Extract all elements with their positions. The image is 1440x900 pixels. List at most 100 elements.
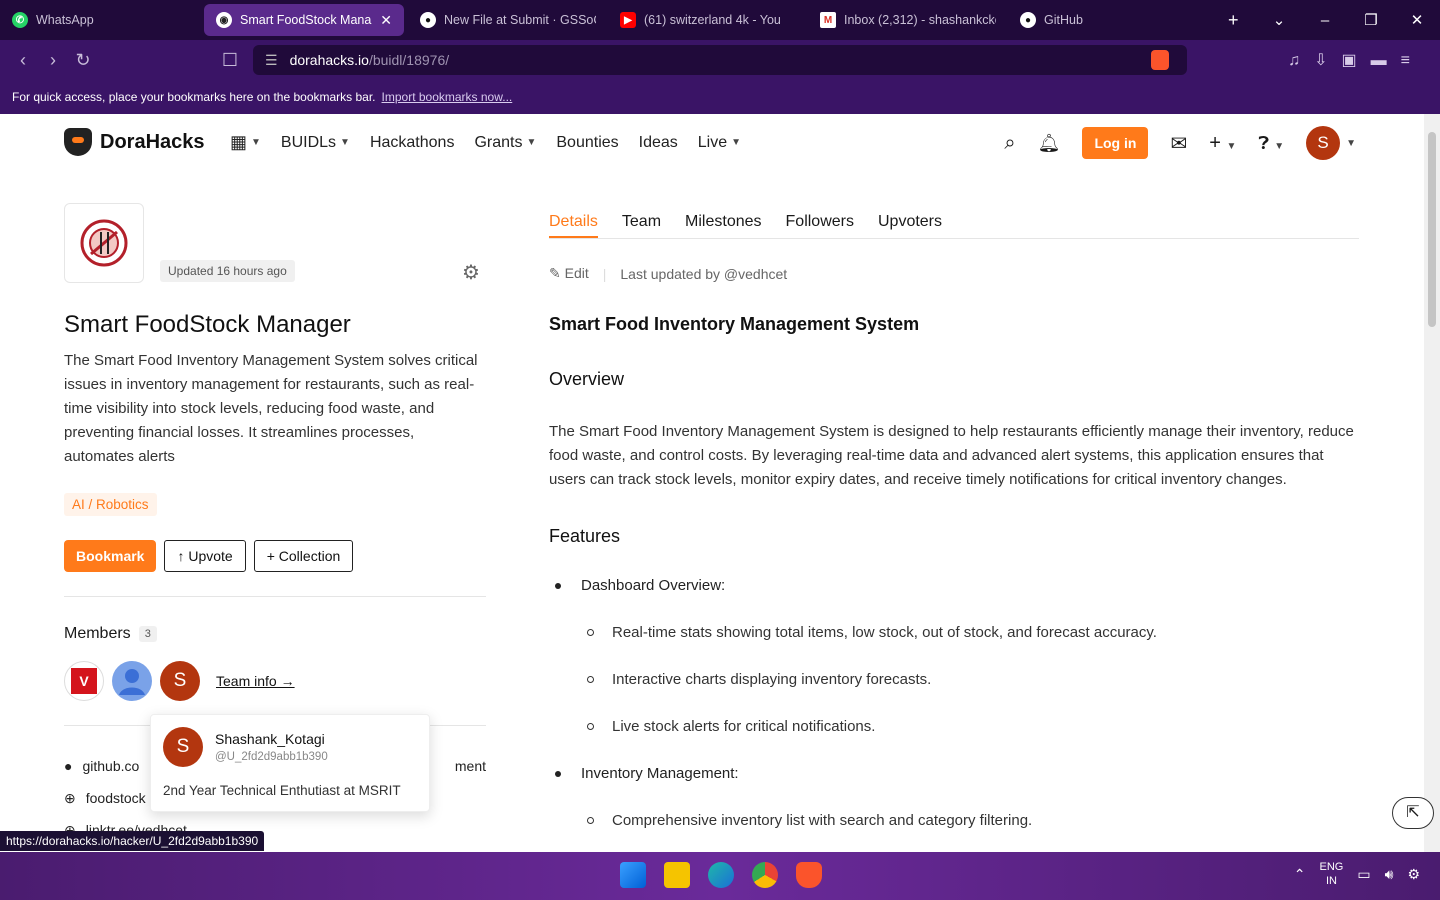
site-info-icon[interactable]: ☰ bbox=[265, 52, 278, 69]
browser-tab-active[interactable]: ◉ Smart FoodStock Mana ✕ bbox=[204, 4, 404, 36]
nav-ideas[interactable]: Ideas bbox=[639, 132, 678, 153]
separator: | bbox=[602, 265, 607, 282]
github-icon: ● bbox=[1020, 12, 1036, 28]
globe-icon: ⊕ bbox=[64, 789, 76, 806]
create-menu-icon[interactable]: + ▼ bbox=[1209, 132, 1236, 155]
address-bar-row: ‹ › ↻ ☐ ☰ dorahacks.io/buidl/18976/ ♫⇩▣▬… bbox=[0, 40, 1440, 80]
last-updated: Last updated by @vedhcet bbox=[620, 265, 788, 282]
volume-icon[interactable]: 🔊︎ bbox=[1385, 866, 1394, 883]
close-tab-icon[interactable]: ✕ bbox=[380, 12, 392, 29]
chevron-down-icon: ▼ bbox=[251, 137, 261, 148]
apps-menu[interactable]: ▦ ▼ bbox=[230, 132, 261, 153]
upvote-button[interactable]: ↑ Upvote bbox=[164, 540, 246, 572]
user-bio: 2nd Year Technical Enthutiast at MSRIT bbox=[163, 783, 401, 798]
browser-tab[interactable]: ● GitHub bbox=[1008, 4, 1208, 36]
tab-followers[interactable]: Followers bbox=[786, 203, 854, 238]
features-list: Dashboard Overview: Real-time stats show… bbox=[549, 577, 1359, 829]
chevron-down-icon: ▼ bbox=[526, 137, 537, 148]
nav-label: BUIDLs bbox=[280, 133, 337, 151]
list-item: Real-time stats showing total items, low… bbox=[549, 624, 1359, 641]
user-hover-card: S Shashank_Kotagi @U_2fd2d9abb1b390 2nd … bbox=[150, 714, 430, 812]
avatar[interactable]: S bbox=[160, 661, 200, 701]
feature-detail: Comprehensive inventory list with search… bbox=[612, 812, 1033, 829]
nav-label: Live bbox=[697, 133, 728, 151]
browser-tab[interactable]: M Inbox (2,312) - shashankcko bbox=[808, 4, 1008, 36]
avatar[interactable]: S bbox=[163, 727, 203, 767]
import-bookmarks-link[interactable]: Import bookmarks now... bbox=[382, 90, 513, 104]
team-info-link[interactable]: Team info → bbox=[216, 673, 295, 689]
header-actions: ⌕ 🔔︎ Log in ✉ + ▼ ❓︎ ▼ S ▼ bbox=[1004, 126, 1356, 160]
os-taskbar: ⌃ ENG IN ▭ 🔊︎ ⚙ bbox=[0, 852, 1440, 900]
tab-details[interactable]: Details bbox=[549, 203, 598, 238]
nav-live[interactable]: Live ▼ bbox=[698, 132, 741, 153]
forward-icon[interactable]: › bbox=[38, 50, 68, 71]
windows-start-icon[interactable] bbox=[620, 862, 646, 888]
browser-tab[interactable]: ✆ WhatsApp bbox=[0, 4, 200, 36]
avatar[interactable] bbox=[112, 661, 152, 701]
chevron-up-icon[interactable]: ⌃ bbox=[1294, 866, 1306, 883]
scrollbar-thumb[interactable] bbox=[1428, 132, 1436, 327]
pencil-icon: ✎ bbox=[549, 265, 561, 281]
overview-paragraph: The Smart Food Inventory Management Syst… bbox=[549, 423, 1354, 488]
tab-milestones[interactable]: Milestones bbox=[685, 203, 761, 238]
search-icon[interactable]: ⌕ bbox=[1004, 132, 1015, 155]
project-actions: Bookmark ↑ Upvote + Collection bbox=[64, 540, 486, 572]
nav-bounties[interactable]: Bounties bbox=[556, 132, 618, 153]
mail-icon[interactable]: ✉ bbox=[1170, 131, 1187, 156]
new-tab-icon[interactable]: + bbox=[1228, 10, 1239, 31]
system-tray: ⌃ ENG IN ▭ 🔊︎ ⚙ bbox=[1294, 860, 1420, 888]
brave-icon[interactable] bbox=[796, 862, 822, 888]
gear-icon[interactable]: ⚙ bbox=[462, 260, 480, 285]
bookmark-page-icon[interactable]: ☐ bbox=[215, 50, 245, 71]
notifications-icon[interactable]: ⚙ bbox=[1407, 866, 1420, 883]
back-icon[interactable]: ‹ bbox=[8, 50, 38, 71]
network-icon[interactable]: ▭ bbox=[1357, 866, 1370, 883]
edge-icon[interactable] bbox=[708, 862, 734, 888]
dorahacks-logo[interactable]: DoraHacks bbox=[64, 128, 205, 156]
chrome-icon[interactable] bbox=[752, 862, 778, 888]
nav-label: Hackathons bbox=[369, 133, 455, 151]
maximize-icon[interactable]: ❐ bbox=[1348, 11, 1394, 29]
browser-tab[interactable]: ● New File at Submit · GSSoC2 bbox=[408, 4, 608, 36]
edit-line: ✎ Edit | Last updated by @vedhcet bbox=[549, 265, 1359, 282]
tab-search-icon[interactable]: ⌄ bbox=[1256, 11, 1302, 29]
browser-toolbar-icons[interactable]: ♫⇩▣▬≡ bbox=[1288, 50, 1424, 70]
github-icon: ● bbox=[420, 12, 436, 28]
avatar[interactable]: V bbox=[64, 661, 104, 701]
reload-icon[interactable]: ↻ bbox=[68, 50, 98, 71]
url-path: /buidl/18976/ bbox=[368, 52, 450, 68]
page-scrollbar[interactable] bbox=[1424, 114, 1440, 852]
project-title: Smart FoodStock Manager bbox=[64, 311, 351, 338]
login-button[interactable]: Log in bbox=[1082, 127, 1149, 159]
edit-button[interactable]: ✎ Edit bbox=[549, 265, 589, 282]
help-icon[interactable]: ❓︎ ▼ bbox=[1258, 133, 1284, 154]
file-explorer-icon[interactable] bbox=[664, 862, 690, 888]
overview-heading: Overview bbox=[549, 369, 625, 389]
nav-buidls[interactable]: BUIDLs ▼ bbox=[281, 132, 350, 153]
user-name[interactable]: Shashank_Kotagi bbox=[215, 731, 325, 747]
category-tag[interactable]: AI / Robotics bbox=[64, 493, 157, 516]
browser-tab[interactable]: ▶ (61) switzerland 4k - You bbox=[608, 4, 808, 36]
nav-hackathons[interactable]: Hackathons bbox=[370, 132, 455, 153]
status-bar-url: https://dorahacks.io/hacker/U_2fd2d9abb1… bbox=[0, 831, 265, 851]
bookmark-button[interactable]: Bookmark bbox=[64, 540, 157, 572]
region-text: IN bbox=[1325, 875, 1337, 887]
language-indicator[interactable]: ENG IN bbox=[1320, 860, 1344, 888]
tab-team[interactable]: Team bbox=[622, 203, 661, 238]
tab-upvoters[interactable]: Upvoters bbox=[878, 203, 942, 238]
project-description: The Smart Food Inventory Management Syst… bbox=[64, 352, 478, 465]
close-window-icon[interactable]: ✕ bbox=[1394, 11, 1440, 29]
url-domain: dorahacks.io bbox=[289, 52, 369, 68]
tab-label: New File at Submit · GSSoC2 bbox=[444, 13, 596, 27]
brave-shields-icon[interactable] bbox=[1151, 50, 1169, 70]
url-field[interactable]: ☰ dorahacks.io/buidl/18976/ bbox=[253, 45, 1187, 75]
tab-label: WhatsApp bbox=[36, 13, 94, 27]
minimize-icon[interactable]: – bbox=[1302, 12, 1348, 29]
user-menu[interactable]: S ▼ bbox=[1306, 126, 1356, 160]
nav-grants[interactable]: Grants ▼ bbox=[474, 132, 536, 153]
add-collection-button[interactable]: + Collection bbox=[253, 540, 354, 572]
share-button[interactable]: ⇱ bbox=[1392, 797, 1434, 829]
notification-bell-icon[interactable]: 🔔︎ bbox=[1038, 133, 1061, 154]
chevron-down-icon: ▼ bbox=[1346, 137, 1356, 149]
feature-detail: Live stock alerts for critical notificat… bbox=[612, 718, 876, 735]
